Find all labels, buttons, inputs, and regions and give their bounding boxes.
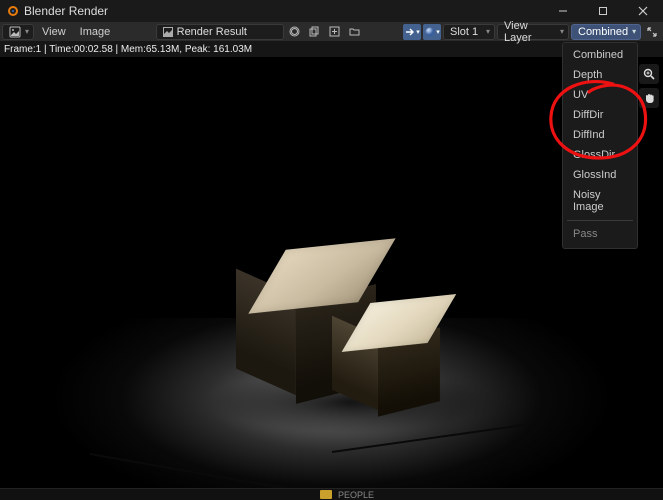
editor-type-dropdown[interactable]: ▾: [2, 24, 34, 40]
chevron-down-icon: ▾: [25, 27, 29, 36]
magnifier-icon: [643, 68, 656, 81]
image-icon: [163, 27, 173, 37]
open-image-button[interactable]: [346, 24, 364, 40]
image-editor-header: ▾ View Image Render Result ▾ ▾: [0, 22, 663, 42]
view-layer-dropdown[interactable]: View Layer ▾: [497, 24, 569, 40]
os-taskbar[interactable]: PEOPLE: [0, 488, 663, 500]
pass-item-diffind[interactable]: DiffInd: [563, 125, 637, 145]
pass-footer-label: Pass: [563, 224, 637, 244]
blender-logo-icon: [6, 5, 18, 17]
chevron-down-icon: ▾: [632, 27, 636, 36]
window-maximize-button[interactable]: [583, 0, 623, 22]
pass-item-noisy[interactable]: Noisy Image: [563, 185, 637, 217]
chevron-down-icon: ▾: [416, 28, 420, 36]
pass-item-diffdir[interactable]: DiffDir: [563, 105, 637, 125]
pass-item-combined[interactable]: Combined: [563, 45, 637, 65]
image-datablock-name: Render Result: [177, 26, 279, 38]
render-pass-label: Combined: [578, 26, 628, 38]
slot-label: Slot 1: [450, 26, 482, 38]
pass-item-depth[interactable]: Depth: [563, 65, 637, 85]
pass-item-uv[interactable]: UV: [563, 85, 637, 105]
expand-button[interactable]: [643, 24, 661, 40]
zoom-button[interactable]: [639, 64, 659, 84]
render-small-cube: [352, 302, 442, 392]
window-title: Blender Render: [24, 4, 108, 18]
render-status-text: Frame:1 | Time:00:02.58 | Mem:65.13M, Pe…: [4, 44, 252, 55]
image-editor-icon: [9, 26, 21, 38]
view-layer-label: View Layer: [504, 20, 556, 44]
pan-button[interactable]: [639, 88, 659, 108]
fake-user-button[interactable]: [286, 24, 304, 40]
duplicate-button[interactable]: [306, 24, 324, 40]
chevron-down-icon: ▾: [560, 27, 564, 36]
display-channels-arrow-button[interactable]: ▾: [403, 24, 421, 40]
menu-view[interactable]: View: [36, 24, 72, 40]
taskbar-label: PEOPLE: [338, 490, 374, 500]
render-pass-dropdown[interactable]: Combined ▾: [571, 24, 641, 40]
pass-item-glossind[interactable]: GlossInd: [563, 165, 637, 185]
menu-image[interactable]: Image: [74, 24, 117, 40]
display-channels-sphere-button[interactable]: ▾: [423, 24, 441, 40]
window-titlebar: Blender Render: [0, 0, 663, 22]
hand-icon: [643, 92, 656, 105]
slot-dropdown[interactable]: Slot 1 ▾: [443, 24, 495, 40]
folder-icon: [320, 490, 332, 499]
popup-divider: [567, 220, 633, 221]
render-pass-popup: Combined Depth UV DiffDir DiffInd GlossD…: [562, 42, 638, 249]
pass-item-glossdir[interactable]: GlossDir: [563, 145, 637, 165]
chevron-down-icon: ▾: [486, 27, 490, 36]
new-image-button[interactable]: [326, 24, 344, 40]
chevron-down-icon: ▾: [436, 28, 440, 36]
image-datablock-dropdown[interactable]: Render Result: [156, 24, 284, 40]
window-close-button[interactable]: [623, 0, 663, 22]
